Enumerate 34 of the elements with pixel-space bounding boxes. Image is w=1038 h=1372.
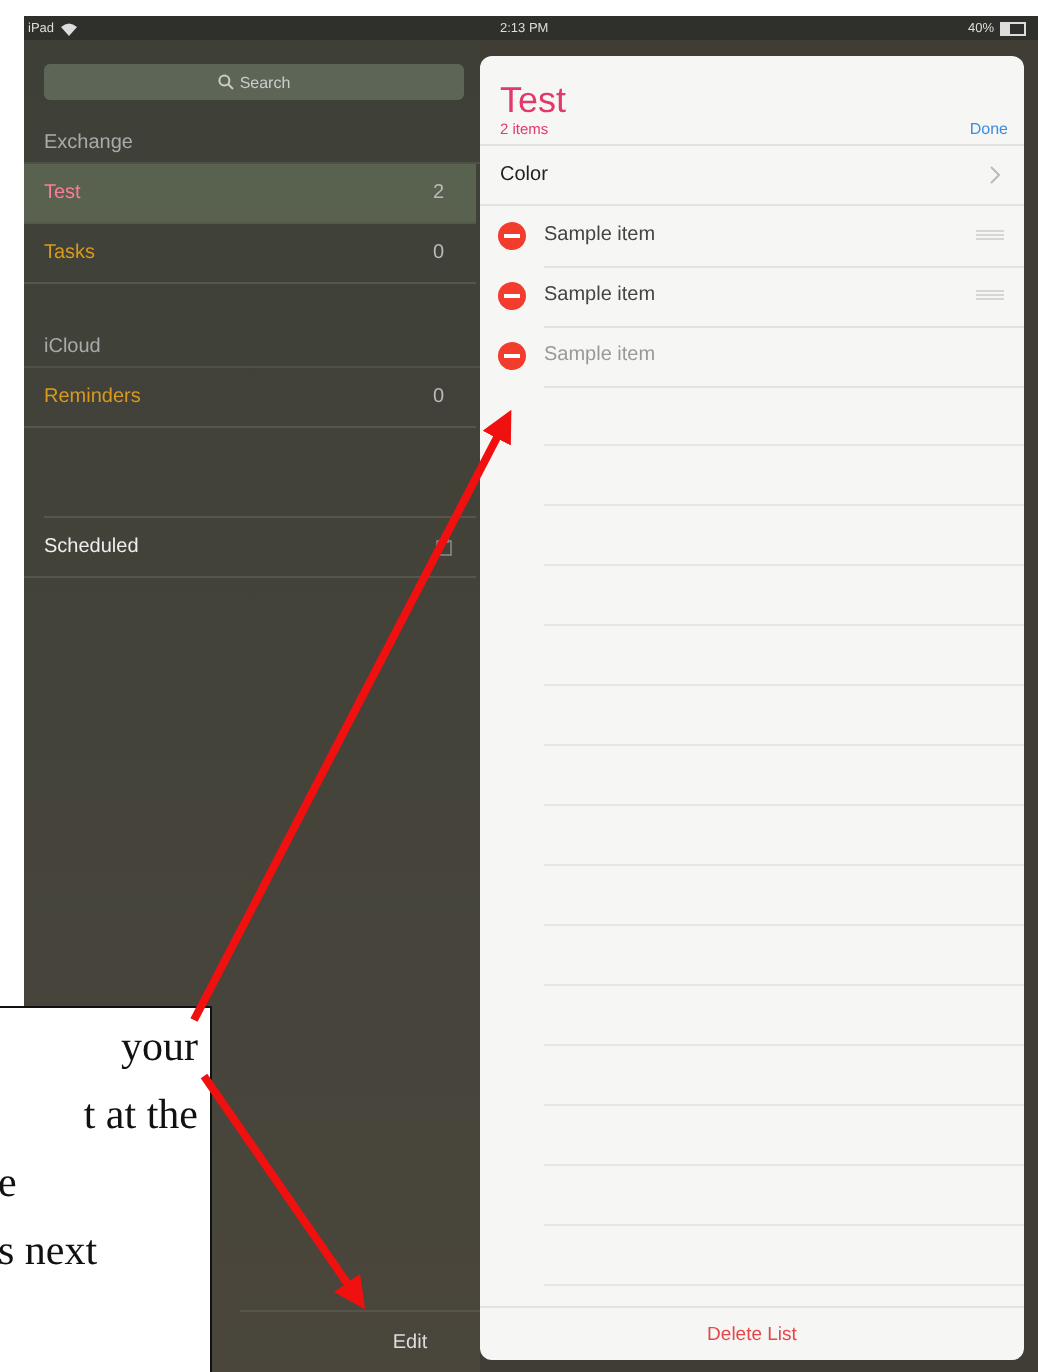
drag-handle-icon[interactable]	[976, 230, 1004, 240]
done-button[interactable]: Done	[969, 120, 1008, 138]
chevron-icon	[990, 166, 1000, 184]
list-name: Reminders	[44, 386, 141, 408]
list-name: Test	[44, 182, 81, 204]
item-count: 0	[432, 242, 444, 264]
delete-icon[interactable]	[498, 282, 526, 310]
delete-list-button[interactable]: Delete List	[703, 1319, 801, 1349]
scheduled-row[interactable]: Scheduled	[24, 518, 476, 578]
callout-text: s next	[0, 1224, 100, 1278]
list-name: Scheduled	[44, 536, 139, 558]
delete-icon[interactable]	[498, 342, 526, 370]
list-title: Test	[500, 80, 569, 120]
callout-text: your	[121, 1020, 200, 1074]
color-label: Color	[500, 164, 548, 186]
item-text[interactable]: Sample item	[544, 284, 656, 306]
delete-icon[interactable]	[498, 222, 526, 250]
list-name: Tasks	[44, 242, 96, 264]
edit-button[interactable]: Edit	[384, 1327, 436, 1357]
item-text[interactable]: Sample item	[544, 224, 656, 246]
drag-handle-icon[interactable]	[976, 290, 1004, 300]
list-row[interactable]: Test 2	[24, 164, 476, 224]
list-row[interactable]: Reminders 0	[24, 368, 476, 428]
calendar-icon	[436, 538, 452, 556]
battery-icon	[1000, 21, 1026, 35]
search-field[interactable]: Search	[44, 64, 464, 100]
list-row[interactable]: Tasks 0	[24, 224, 476, 284]
wifi-icon	[60, 21, 79, 35]
color-row[interactable]: Color	[480, 146, 1024, 206]
callout-text: t at the	[83, 1088, 200, 1142]
callout-text: e	[0, 1156, 19, 1210]
search-icon	[217, 74, 234, 90]
item-count: 0	[432, 386, 444, 408]
item-count: 2	[432, 182, 444, 204]
